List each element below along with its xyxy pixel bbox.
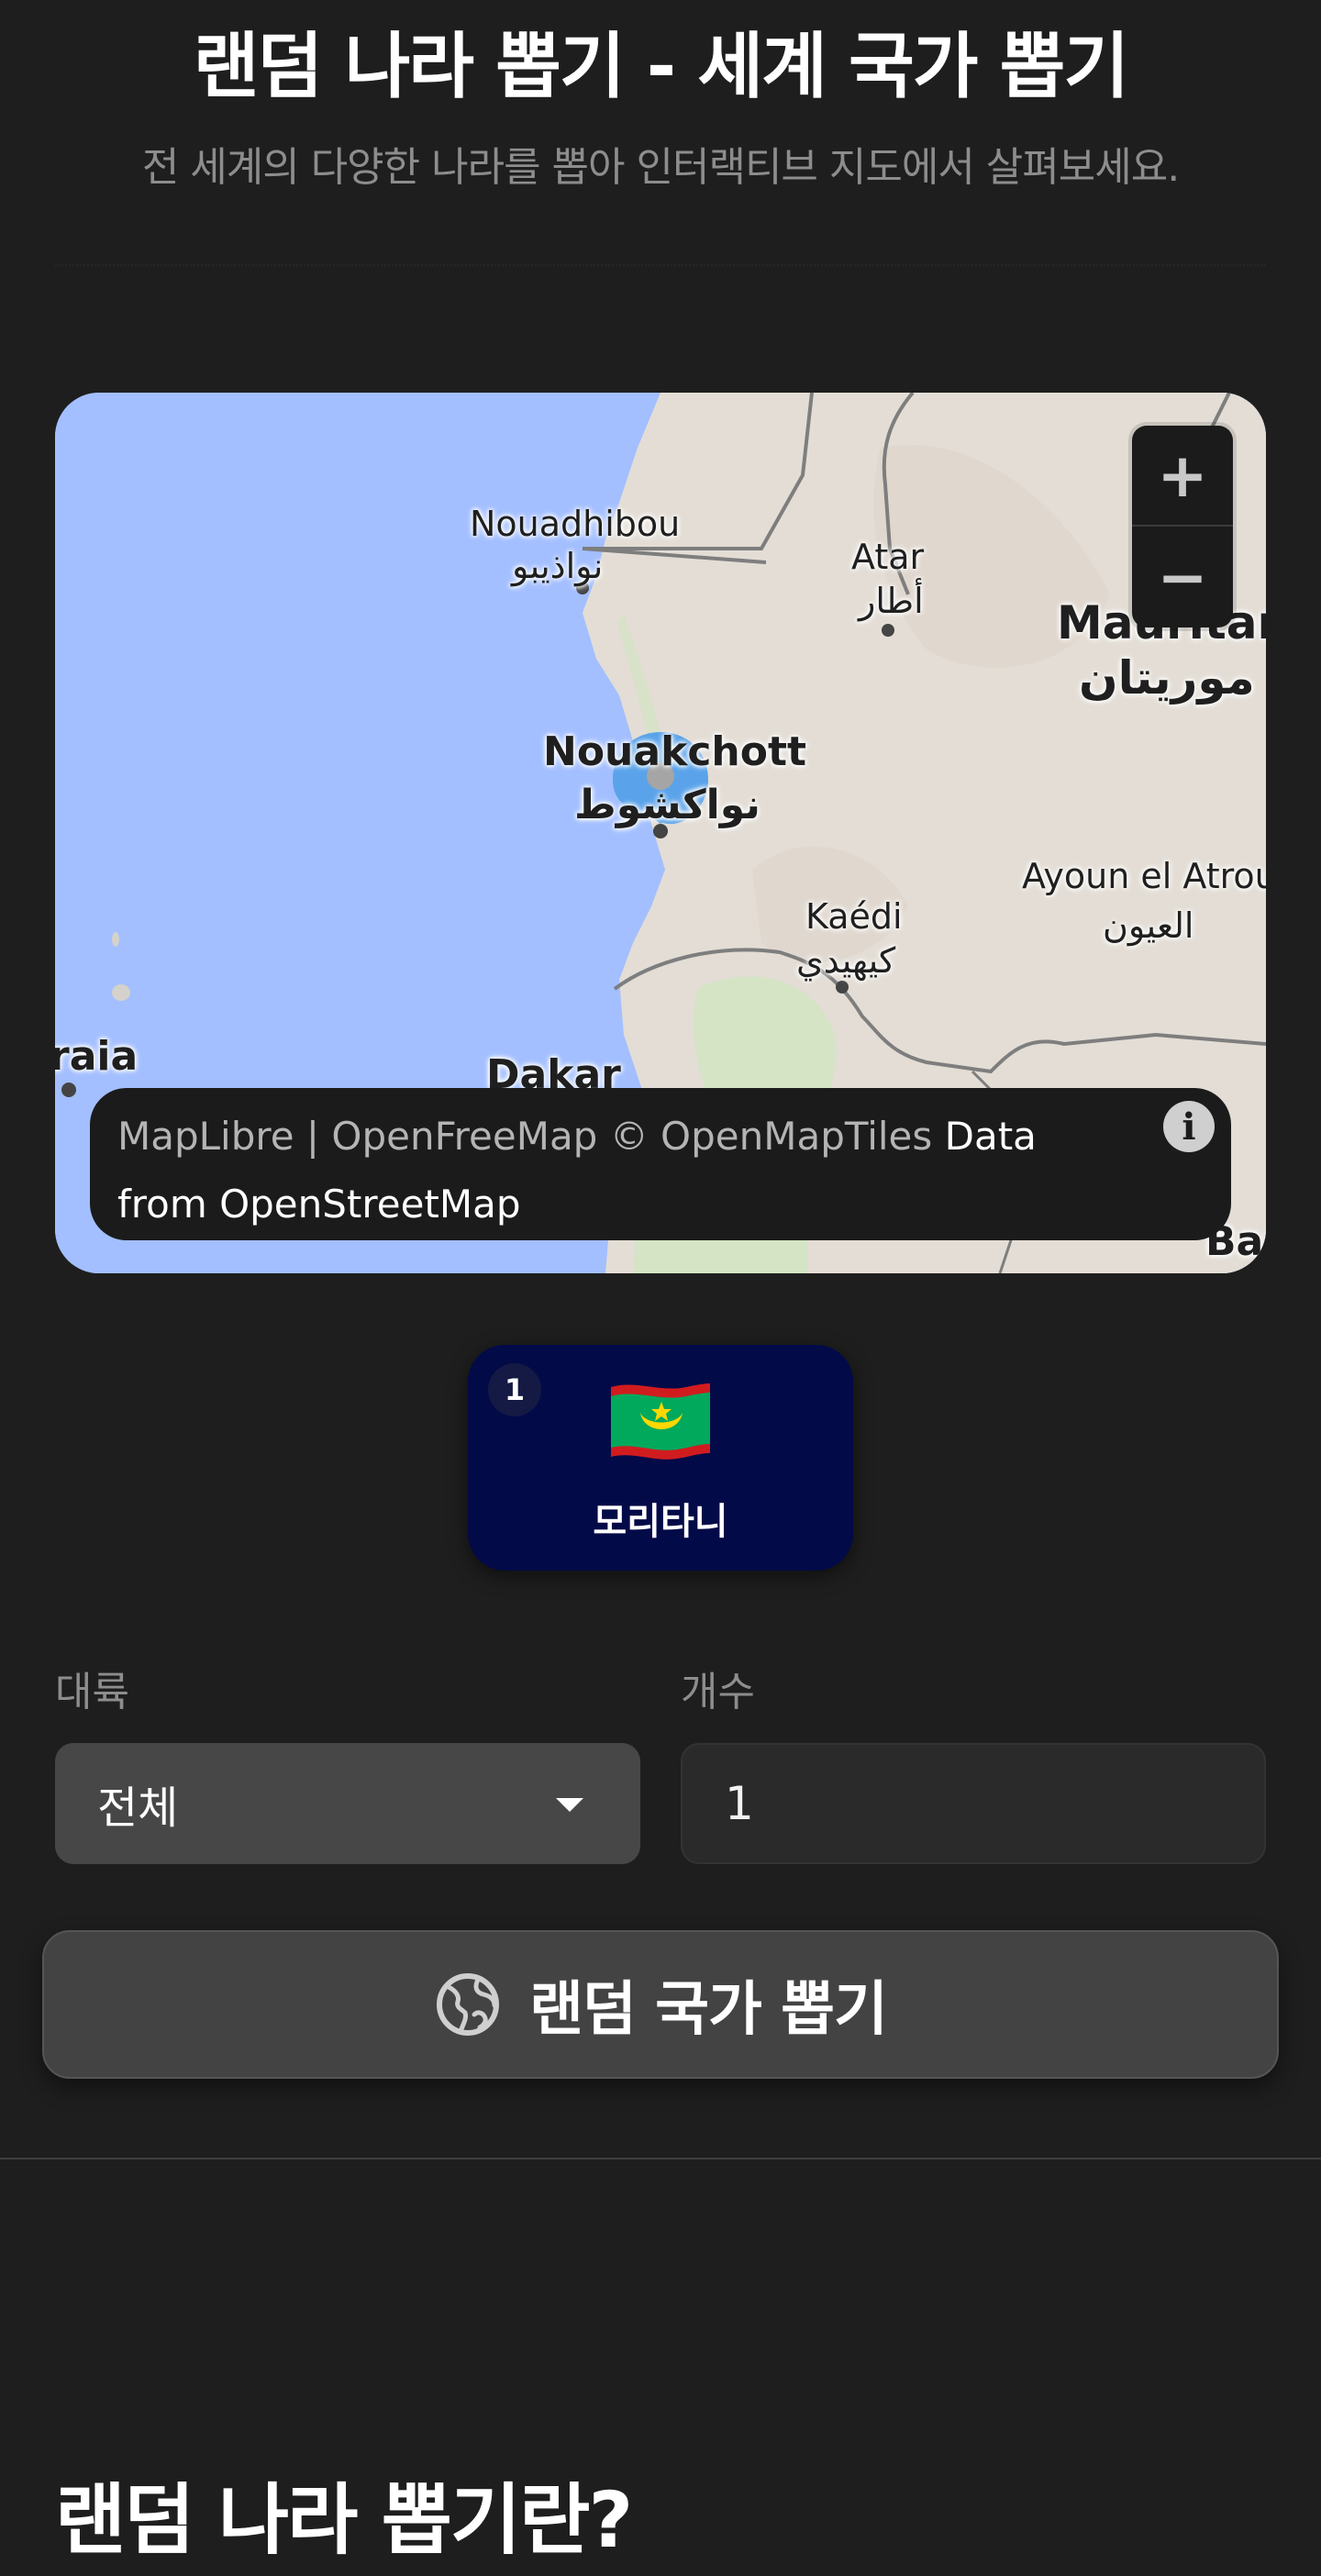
map-label-nouakchott-ar: نواكشوط [574,782,760,828]
map-label-mauritania-ar: موريتان [1079,651,1255,705]
map-label-ayoun: Ayoun el Atrou [1022,856,1266,896]
mauritania-flag-icon [611,1383,710,1460]
section-divider [0,2158,1321,2160]
page-subtitle: 전 세계의 다양한 나라를 뽑아 인터랙티브 지도에서 살펴보세요. [141,144,1180,191]
count-input[interactable] [681,1743,1266,1864]
info-icon[interactable]: i [1163,1101,1215,1152]
map-label-raia: raia [55,1033,139,1080]
map-label-kaedi-ar: كيهيدي [796,940,896,981]
result-index-badge: 1 [488,1363,541,1416]
map-label-kaedi: Kaédi [805,896,903,937]
zoom-in-button[interactable]: + [1132,426,1233,527]
map-label-atar: Atar [851,537,925,577]
map-label-nouakchott: Nouakchott [543,728,807,775]
result-country-name: 모리타니 [593,1501,728,1543]
zoom-control: + − [1132,426,1233,627]
count-label: 개수 [681,1669,755,1715]
map-label-nouadhibou-ar: نواذيبو [512,546,604,586]
map-label-atar-ar: أطار [859,581,924,621]
map-label-nouadhibou: Nouadhibou [470,504,681,544]
attribution-links[interactable]: MapLibre | OpenFreeMap © OpenMapTiles [117,1114,932,1159]
draw-random-country-button[interactable]: 랜덤 국가 뽑기 [42,1930,1279,2079]
continent-label: 대륙 [55,1669,129,1715]
about-section-heading: 랜덤 나라 뽑기란? [55,2475,633,2565]
globe-icon [437,1973,500,2036]
map-view[interactable]: Nouadhibou نواذيبو Atar أطار Mauritan مو… [55,393,1266,1273]
header-divider [55,264,1266,266]
continent-select[interactable]: 전체 [55,1743,640,1864]
page-title: 랜덤 나라 뽑기 - 세계 국가 뽑기 [193,26,1129,108]
map-label-ayoun-ar: العيون [1103,905,1194,946]
draw-button-label: 랜덤 국가 뽑기 [529,1976,888,2044]
map-attribution: MapLibre | OpenFreeMap © OpenMapTiles Da… [90,1088,1231,1240]
zoom-out-button[interactable]: − [1132,527,1233,627]
result-country-card[interactable]: 1 모리타니 [468,1345,853,1571]
continent-select-value: 전체 [97,1782,179,1834]
caret-down-icon [556,1798,583,1812]
